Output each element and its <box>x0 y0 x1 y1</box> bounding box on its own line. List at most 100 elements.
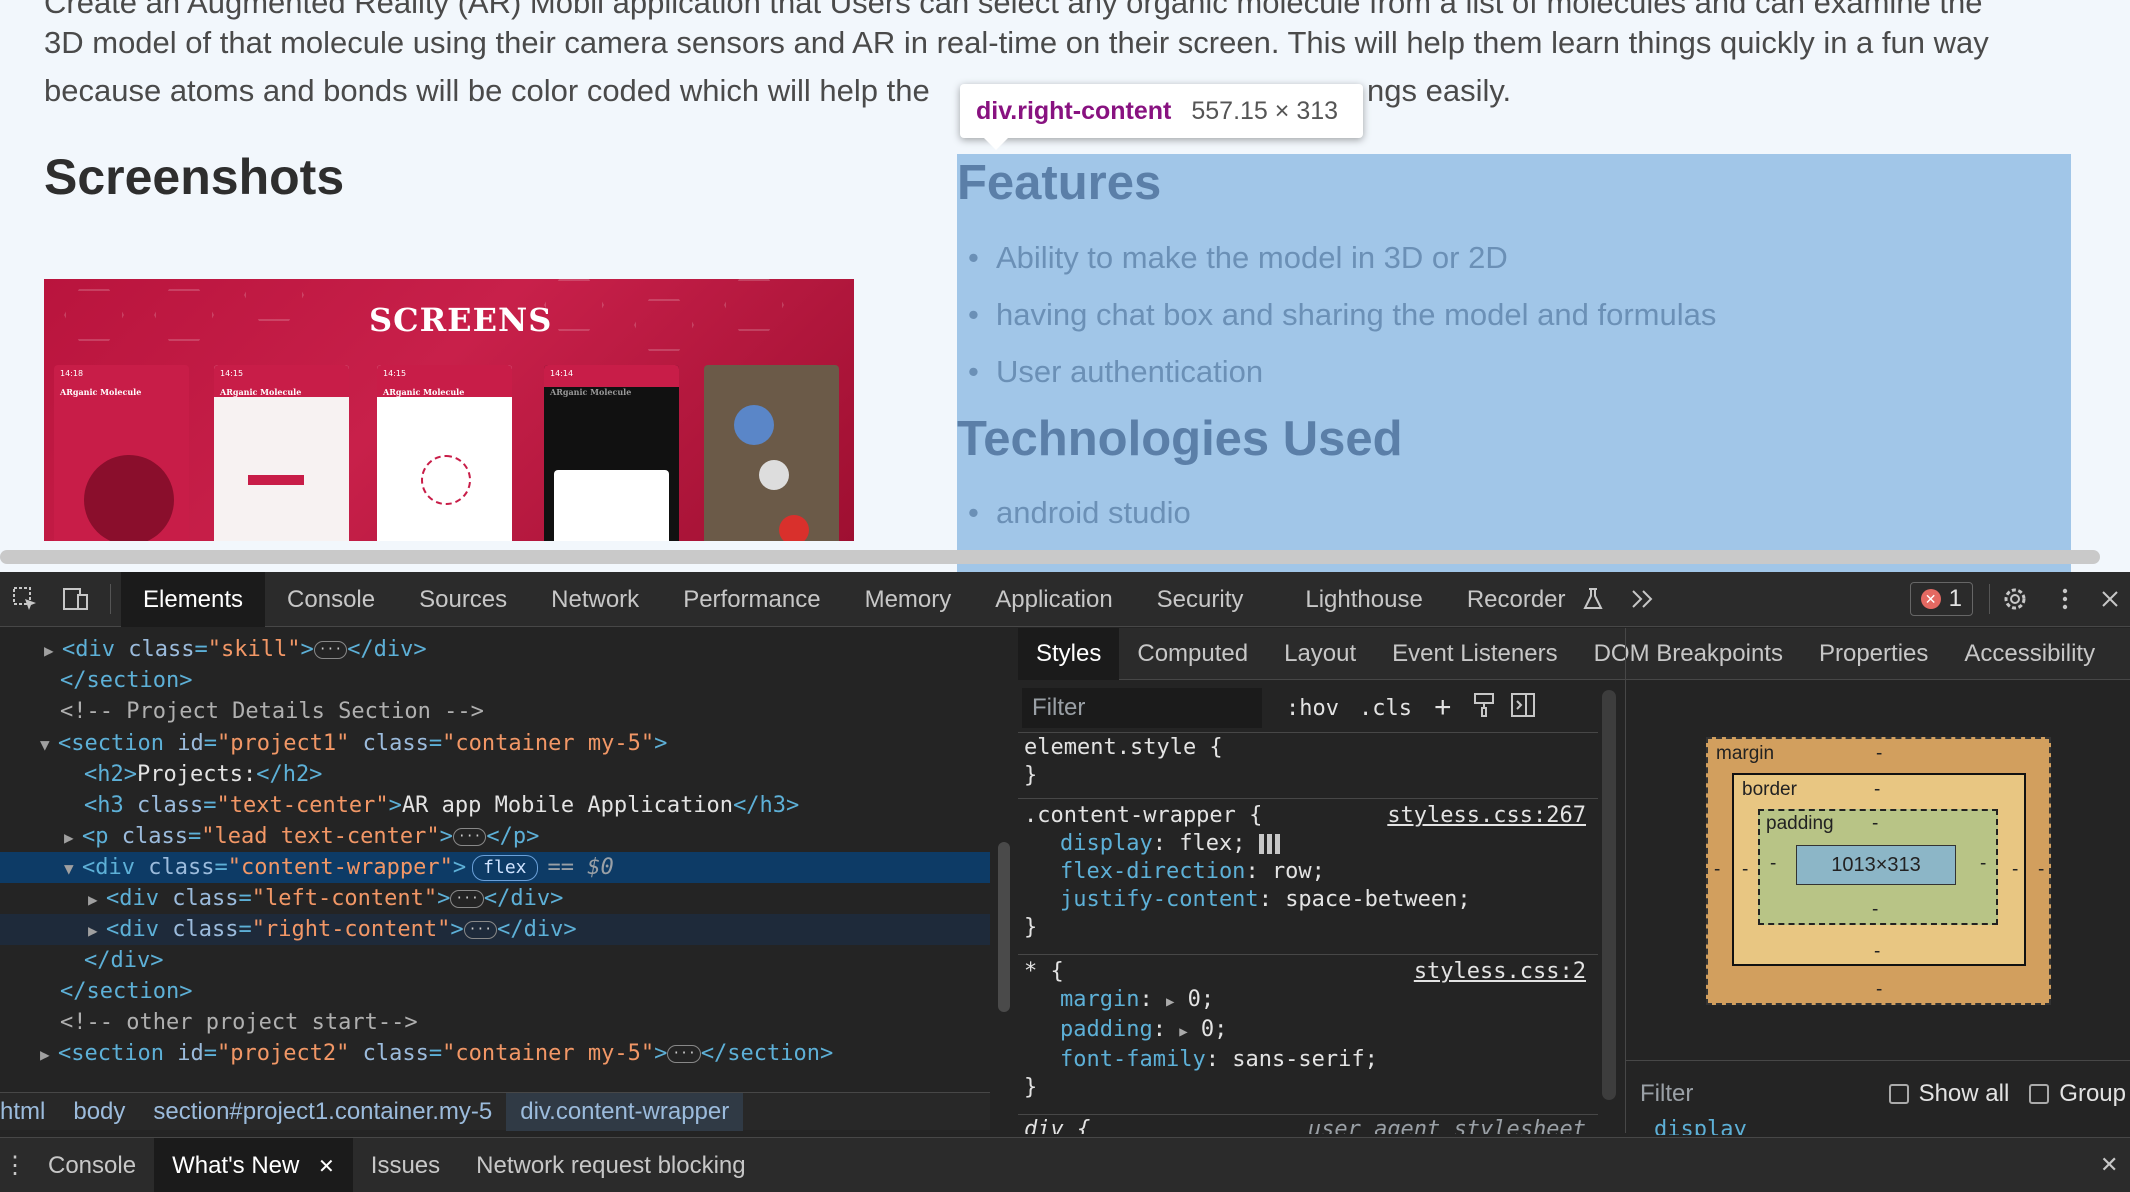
dom-node[interactable]: <h2>Projects:</h2> <box>0 759 990 790</box>
device-toolbar-icon[interactable] <box>50 572 100 627</box>
tab-console[interactable]: Console <box>265 572 397 627</box>
tab-application[interactable]: Application <box>973 572 1134 627</box>
toggle-sidebar-icon[interactable] <box>1510 692 1536 725</box>
screens-title: SCREENS <box>369 301 553 339</box>
expand-triangle-icon[interactable]: ▶ <box>64 822 82 853</box>
dom-node[interactable]: ▶ <p class="lead text-center"> ··· </p> <box>0 821 990 852</box>
tab-properties[interactable]: Properties <box>1801 628 1946 680</box>
tab-accessibility[interactable]: Accessibility <box>1946 628 2113 680</box>
tab-styles[interactable]: Styles <box>1018 627 1120 680</box>
stylesheet-link[interactable]: styless.css:267 <box>1387 802 1586 830</box>
dom-node[interactable]: ▶ <section id="project2" class="container… <box>0 1038 990 1069</box>
tab-dom-breakpoints[interactable]: DOM Breakpoints <box>1576 628 1801 680</box>
group-checkbox[interactable] <box>2029 1084 2050 1104</box>
drawer-tab-console[interactable]: Console <box>30 1138 154 1192</box>
tab-performance[interactable]: Performance <box>661 572 842 627</box>
collapse-triangle-icon[interactable]: ▼ <box>40 729 58 760</box>
styles-filter-input[interactable]: Filter <box>1022 688 1262 728</box>
styles-sub-tabs: Styles Computed Layout Event Listeners D… <box>1018 627 2130 680</box>
project-description-line: 3D model of that molecule using their ca… <box>44 25 1989 60</box>
cls-toggle[interactable]: .cls <box>1359 696 1412 721</box>
dom-node[interactable]: ▶ <div class="left-content"> ··· </div> <box>0 883 990 914</box>
tab-security[interactable]: Security <box>1135 572 1266 627</box>
more-tabs-icon[interactable] <box>1618 572 1668 627</box>
screenshots-image: SCREENS 14:18 ARganic Molecule 14:15 ARg… <box>44 279 854 541</box>
project-description-line: because atoms and bonds will be color co… <box>44 73 930 108</box>
computed-filter-input[interactable]: Filter <box>1640 1080 1693 1108</box>
technologies-heading: Technologies Used <box>957 412 1403 466</box>
tab-memory[interactable]: Memory <box>843 572 974 627</box>
tab-network[interactable]: Network <box>529 572 661 627</box>
breadcrumb-section[interactable]: section#project1.container.my-5 <box>139 1098 506 1126</box>
expand-triangle-icon[interactable]: ▶ <box>44 635 62 666</box>
error-counter[interactable]: ✕ 1 <box>1909 582 1973 616</box>
dom-scrollbar[interactable] <box>998 842 1010 1012</box>
tab-lighthouse[interactable]: Lighthouse <box>1265 572 1444 627</box>
dom-node-hovered[interactable]: ▶ <div class="right-content"> ··· </div> <box>0 914 990 945</box>
tab-elements[interactable]: Elements <box>121 571 266 627</box>
phone-mock <box>704 365 839 541</box>
dom-node[interactable]: ▼ <section id="project1" class="container… <box>0 728 990 759</box>
box-model-padding: padding - - - - 1013×313 <box>1758 809 1998 925</box>
tab-computed[interactable]: Computed <box>1119 628 1266 680</box>
expand-triangle-icon[interactable]: ▶ <box>88 915 106 946</box>
kebab-menu-icon[interactable] <box>2040 572 2090 627</box>
tab-sources[interactable]: Sources <box>397 572 529 627</box>
dom-node[interactable]: ▶ <div class="skill"> ··· </div> <box>0 634 990 665</box>
screenshots-heading: Screenshots <box>44 149 345 205</box>
css-rule-element-style[interactable]: element.style { } <box>1024 734 1584 790</box>
inspect-element-icon[interactable] <box>0 572 50 627</box>
drawer-tab-network-request-blocking[interactable]: Network request blocking <box>458 1138 763 1192</box>
styles-scrollbar[interactable] <box>1602 690 1616 1100</box>
breadcrumb-content-wrapper[interactable]: div.content-wrapper <box>506 1092 744 1131</box>
collapse-triangle-icon[interactable]: ▼ <box>64 853 82 884</box>
error-icon: ✕ <box>1920 589 1941 609</box>
close-drawer-icon[interactable]: ✕ <box>2100 1152 2130 1178</box>
dom-node[interactable]: </div> <box>0 945 990 976</box>
phone-mock: 14:15 ARganic Molecule <box>214 365 349 541</box>
dom-node[interactable]: </section> <box>0 665 990 696</box>
drawer-menu-icon[interactable]: ⋮ <box>0 1151 30 1180</box>
flexbox-editor-icon[interactable] <box>1258 834 1281 854</box>
tab-event-listeners[interactable]: Event Listeners <box>1374 628 1575 680</box>
computed-filter-row: Filter Show all Group <box>1630 1072 2130 1116</box>
css-rule-universal[interactable]: * {styless.css:2 margin: ▶ 0; padding: ▶… <box>1024 958 1586 1102</box>
breadcrumb: html body section#project1.container.my-… <box>0 1092 990 1131</box>
add-rule-icon[interactable]: + <box>1434 691 1452 725</box>
stylesheet-link[interactable]: styless.css:2 <box>1414 958 1586 986</box>
css-rule-div[interactable]: div {user agent stylesheet <box>1024 1116 1586 1134</box>
breadcrumb-body[interactable]: body <box>59 1098 139 1126</box>
flex-badge[interactable]: flex <box>472 855 538 881</box>
dom-comment[interactable]: <!-- Project Details Section --> <box>0 696 990 727</box>
styles-filter-row: Filter :hov .cls + <box>1022 686 1590 730</box>
breadcrumb-html[interactable]: html <box>0 1098 59 1126</box>
show-all-checkbox[interactable] <box>1888 1084 1909 1104</box>
css-rule-content-wrapper[interactable]: .content-wrapper {styless.css:267 displa… <box>1024 802 1586 942</box>
devtools-panel: Elements Console Sources Network Perform… <box>0 571 2130 1192</box>
dom-node[interactable]: <h3 class="text-center">AR app Mobile Ap… <box>0 790 990 821</box>
feature-item: User authentication <box>968 354 1263 390</box>
tab-recorder[interactable]: Recorder <box>1445 572 1588 627</box>
group-label: Group <box>2059 1080 2126 1107</box>
horizontal-scrollbar[interactable] <box>0 550 2100 564</box>
tab-layout[interactable]: Layout <box>1266 628 1374 680</box>
close-icon[interactable] <box>2090 572 2130 627</box>
features-heading: Features <box>957 156 1162 210</box>
error-count: 1 <box>1948 585 1962 612</box>
paint-icon[interactable] <box>1472 692 1496 725</box>
devtools-drawer-tabs: ⋮ Console What's New ✕ Issues Network re… <box>0 1137 2130 1192</box>
drawer-tab-whats-new[interactable]: What's New ✕ <box>154 1137 353 1192</box>
expand-triangle-icon[interactable]: ▶ <box>40 1039 58 1070</box>
drawer-tab-issues[interactable]: Issues <box>353 1138 458 1192</box>
dom-node-selected[interactable]: ▼ <div class="content-wrapper"> flex == $0 <box>0 852 990 883</box>
divider <box>1018 1114 1598 1115</box>
expand-triangle-icon[interactable]: ▶ <box>88 884 106 915</box>
dom-comment[interactable]: <!-- other project start--> <box>0 1007 990 1038</box>
phone-mock: 14:14 ARganic Molecule <box>544 365 679 541</box>
gear-icon[interactable] <box>1990 572 2040 627</box>
close-tab-icon[interactable]: ✕ <box>318 1156 335 1178</box>
feature-item: Ability to make the model in 3D or 2D <box>968 240 1508 276</box>
hov-toggle[interactable]: :hov <box>1286 696 1339 721</box>
dom-node[interactable]: </section> <box>0 976 990 1007</box>
computed-property[interactable]: display <box>1654 1117 1747 1135</box>
